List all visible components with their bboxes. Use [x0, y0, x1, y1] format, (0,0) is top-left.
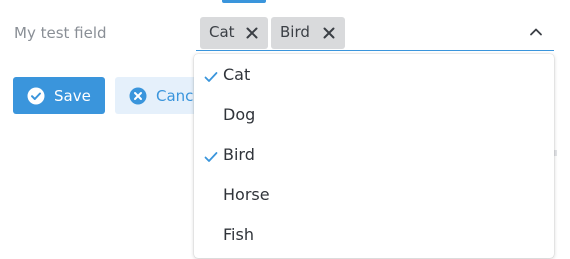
- dropdown-menu: Cat Dog Bird Horse Fish: [194, 54, 554, 258]
- check-icon: [204, 148, 218, 162]
- check-icon: [204, 68, 218, 82]
- close-icon[interactable]: [321, 25, 337, 41]
- selected-chip-bird: Bird: [271, 17, 345, 49]
- save-button-label: Save: [54, 86, 91, 105]
- option-label: Cat: [223, 64, 251, 84]
- selected-chip-cat: Cat: [200, 17, 268, 49]
- option-bird[interactable]: Bird: [194, 134, 554, 174]
- field-label: My test field: [14, 24, 107, 42]
- save-button[interactable]: Save: [13, 77, 105, 114]
- option-cat[interactable]: Cat: [194, 54, 554, 94]
- close-circle-icon: [129, 87, 147, 105]
- cancel-button[interactable]: Cancel: [115, 77, 194, 114]
- cancel-button-label: Cancel: [156, 86, 194, 105]
- option-label: Horse: [223, 184, 270, 204]
- option-label: Bird: [223, 144, 255, 164]
- option-fish[interactable]: Fish: [194, 214, 554, 254]
- option-label: Dog: [223, 104, 256, 124]
- page: My test field Cat Bird Save Canc Cat Dog…: [0, 0, 570, 259]
- option-dog[interactable]: Dog: [194, 94, 554, 134]
- toggle-switch-partial[interactable]: [222, 0, 266, 3]
- option-label: Fish: [223, 224, 254, 244]
- chip-label: Cat: [209, 23, 235, 41]
- chevron-up-icon[interactable]: [528, 24, 544, 40]
- option-horse[interactable]: Horse: [194, 174, 554, 214]
- close-icon[interactable]: [244, 25, 260, 41]
- check-circle-icon: [27, 87, 45, 105]
- multiselect-input[interactable]: Cat Bird: [196, 14, 554, 51]
- chip-label: Bird: [280, 23, 310, 41]
